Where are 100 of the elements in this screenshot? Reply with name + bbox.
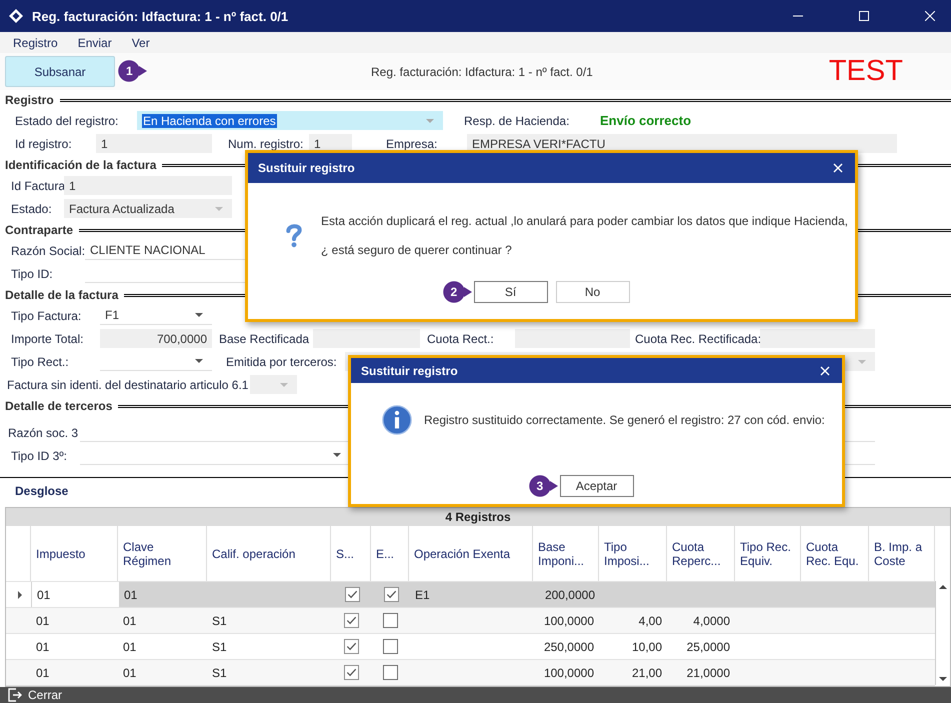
step-badge: 2 bbox=[442, 281, 472, 303]
status-value: Envío correcto bbox=[600, 113, 692, 128]
table-row[interactable]: 01 01 S1 100,0000 21,00 21,0000 bbox=[6, 660, 935, 686]
field-label: Num. registro: bbox=[228, 136, 304, 150]
menu-item[interactable]: Enviar bbox=[70, 36, 119, 50]
section-title: Detalle de terceros bbox=[4, 399, 114, 413]
dialog-button[interactable]: Aceptar bbox=[560, 475, 634, 497]
text-field[interactable]: 700,0000 bbox=[100, 329, 212, 348]
field-label: Tipo Rect.: bbox=[11, 354, 70, 368]
field-label: Estado: bbox=[11, 202, 53, 216]
dialog-title: Sustituir registro bbox=[258, 161, 355, 175]
dialog-message: ¿ está seguro de querer continuar ? bbox=[321, 242, 513, 256]
checkbox[interactable] bbox=[382, 639, 398, 654]
section-title: Detalle de la factura bbox=[4, 288, 120, 302]
table-cell-text: S1 bbox=[211, 664, 228, 682]
record-count: 4 Registros bbox=[6, 508, 950, 526]
subsanar-button[interactable]: Subsanar bbox=[5, 56, 115, 87]
dropdown-arrow-icon bbox=[333, 453, 341, 457]
column-header[interactable]: Cuota Rec. Equ. bbox=[801, 526, 869, 581]
dialog-message: Registro sustituido correctamente. Se generó el registro: 27 con cód. envio: bbox=[424, 413, 825, 427]
dropdown-arrow-icon bbox=[426, 118, 434, 122]
scroll-down-icon[interactable] bbox=[939, 677, 947, 681]
close-icon[interactable] bbox=[818, 364, 832, 378]
dialog-title: Sustituir registro bbox=[361, 364, 458, 378]
step-badge: 1 bbox=[118, 60, 147, 82]
table-cell-text: 01 bbox=[35, 638, 50, 656]
menu-item[interactable]: Registro bbox=[6, 36, 65, 50]
window-title: Reg. facturación: Idfactura: 1 - nº fact. 0/1 bbox=[32, 8, 288, 24]
vertical-scrollbar[interactable] bbox=[935, 581, 950, 685]
close-icon[interactable] bbox=[831, 161, 845, 175]
table-cell-text: 01 bbox=[122, 664, 138, 682]
table-cell-text: 200,0000 bbox=[544, 586, 596, 604]
table-cell-text: 250,0000 bbox=[542, 638, 595, 656]
info-icon bbox=[382, 405, 412, 435]
field-label: Cuota Rec. Rectificada: bbox=[635, 332, 760, 346]
checkbox[interactable] bbox=[384, 587, 398, 602]
column-header[interactable]: Tipo Rec. Equiv. bbox=[735, 526, 801, 581]
column-header[interactable]: Cuota Reperc... bbox=[667, 526, 735, 581]
checkbox[interactable] bbox=[344, 665, 358, 680]
table-cell-text: 21,0000 bbox=[686, 664, 731, 682]
table-cell-text: 01 bbox=[123, 586, 138, 604]
checkbox[interactable] bbox=[382, 665, 398, 680]
estado-combo[interactable]: Factura Actualizada bbox=[64, 199, 232, 218]
app-logo-icon bbox=[8, 8, 24, 24]
column-header[interactable]: B. Imp. a Coste bbox=[869, 526, 935, 581]
column-header[interactable]: Impuesto bbox=[31, 526, 118, 581]
table-cell-text: 4,0000 bbox=[692, 612, 731, 630]
checkbox[interactable] bbox=[344, 639, 358, 654]
dropdown-arrow-icon bbox=[280, 382, 288, 386]
field-label: Importe Total: bbox=[11, 332, 84, 346]
column-header[interactable]: Base Imponi... bbox=[533, 526, 599, 581]
checkbox[interactable] bbox=[344, 587, 360, 602]
test-label: TEST bbox=[828, 55, 903, 88]
column-header[interactable]: Tipo Imposi... bbox=[599, 526, 667, 581]
estado-combo[interactable]: En Hacienda con errores bbox=[137, 111, 443, 130]
table-cell-text: 21,00 bbox=[630, 664, 663, 682]
scroll-up-icon[interactable] bbox=[939, 585, 947, 589]
close-button[interactable]: Cerrar bbox=[0, 688, 62, 702]
dialog-message: Esta acción duplicará el reg. actual ,lo anulará para poder cambiar los datos que indique Hacienda, bbox=[321, 214, 848, 228]
section-title: Desglose bbox=[15, 484, 68, 498]
field-label: Factura sin identi. del destinatario articulo 6.1 bbox=[7, 378, 250, 392]
table-cell-text: 100,0000 bbox=[542, 664, 595, 682]
table-row[interactable]: 01 01 S1 100,0000 4,00 4,0000 bbox=[6, 608, 935, 634]
table-cell-text: 100,0000 bbox=[542, 612, 595, 630]
section-title: Contraparte bbox=[4, 223, 74, 237]
dropdown-arrow-icon bbox=[195, 313, 203, 317]
field-label: Tipo ID 3º: bbox=[11, 448, 68, 462]
checkbox[interactable] bbox=[344, 613, 358, 628]
column-header[interactable]: Clave Régimen bbox=[118, 526, 207, 581]
field-label: Base Rectificada bbox=[219, 332, 310, 346]
field-label: Cuota Rect.: bbox=[427, 332, 495, 346]
table-cell-text: E1 bbox=[414, 586, 431, 604]
dropdown-arrow-icon bbox=[858, 360, 866, 364]
section-title: Registro bbox=[4, 93, 55, 107]
text-field[interactable]: 1 bbox=[64, 176, 232, 195]
field-label: Estado del registro: bbox=[15, 114, 120, 128]
table-row[interactable]: 01 01 E1 200,0000 bbox=[6, 582, 935, 608]
field-label: Tipo Factura: bbox=[11, 308, 82, 322]
field-label: Emitida por terceros: bbox=[226, 354, 338, 368]
field-label: Resp. de Hacienda: bbox=[464, 114, 570, 128]
dialog-button[interactable]: No bbox=[556, 281, 630, 303]
text-field[interactable]: 1 bbox=[96, 134, 212, 153]
table-cell-text: 01 bbox=[35, 664, 50, 682]
column-header[interactable]: S... bbox=[331, 526, 371, 581]
field-label: Tipo ID: bbox=[11, 266, 54, 280]
table-cell-text: 01 bbox=[35, 612, 50, 630]
table-cell-text: S1 bbox=[211, 638, 228, 656]
column-header[interactable]: Operación Exenta bbox=[409, 526, 533, 581]
checkbox[interactable] bbox=[382, 613, 398, 628]
dialog-button[interactable]: Sí bbox=[474, 281, 548, 303]
table-cell-text: 01 bbox=[122, 638, 138, 656]
field-label: Empresa: bbox=[386, 136, 438, 150]
dropdown-arrow-icon bbox=[215, 206, 223, 210]
column-header[interactable]: Calif. operación bbox=[207, 526, 331, 581]
field-label: Razón Social: bbox=[11, 244, 85, 258]
menu-item[interactable]: Ver bbox=[124, 36, 157, 50]
column-header[interactable]: E... bbox=[371, 526, 409, 581]
field-label: Id Factura bbox=[11, 178, 64, 192]
table-cell-text: 01 bbox=[122, 612, 138, 630]
table-cell-text: 10,00 bbox=[630, 638, 663, 656]
